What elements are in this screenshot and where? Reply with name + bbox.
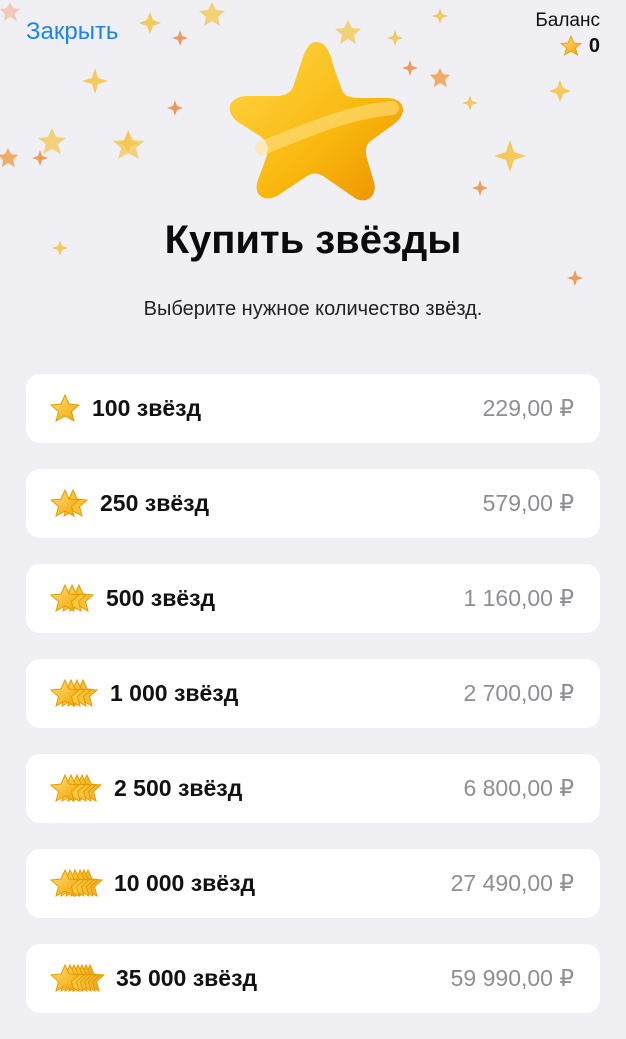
header: Закрыть Баланс 0 Купить звёзды Выберите … bbox=[0, 0, 626, 360]
star-stack-5-icon bbox=[48, 769, 104, 809]
option-250-stars[interactable]: 250 звёзд 579,00 ₽ bbox=[26, 469, 600, 538]
option-label: 1 000 звёзд bbox=[110, 680, 239, 706]
balance-value: 0 bbox=[588, 34, 600, 57]
option-35000-stars[interactable]: 35 000 звёзд 59 990,00 ₽ bbox=[26, 944, 600, 1013]
option-label: 10 000 звёзд bbox=[114, 870, 256, 896]
star-stack-7-icon bbox=[48, 959, 106, 999]
option-1000-stars[interactable]: 1 000 звёзд 2 700,00 ₽ bbox=[26, 659, 600, 728]
option-100-stars[interactable]: 100 звёзд 229,00 ₽ bbox=[26, 374, 600, 443]
option-label: 500 звёзд bbox=[106, 585, 216, 611]
option-price: 229,00 ₽ bbox=[482, 395, 574, 421]
option-label: 2 500 звёзд bbox=[114, 775, 243, 801]
star-stack-3-icon bbox=[48, 579, 96, 619]
balance: Баланс 0 bbox=[535, 10, 600, 58]
option-price: 6 800,00 ₽ bbox=[463, 775, 574, 801]
balance-row: 0 bbox=[535, 34, 600, 58]
option-2500-stars[interactable]: 2 500 звёзд 6 800,00 ₽ bbox=[26, 754, 600, 823]
hero-star-icon bbox=[229, 42, 404, 201]
page-subtitle: Выберите нужное количество звёзд. bbox=[143, 298, 483, 320]
option-label: 250 звёзд bbox=[100, 490, 210, 516]
page-title: Купить звёзды bbox=[164, 218, 462, 262]
star-stack-4-icon bbox=[48, 674, 100, 714]
option-label: 35 000 звёзд bbox=[116, 965, 258, 991]
star-stack-1-icon bbox=[48, 389, 82, 429]
option-price: 27 490,00 ₽ bbox=[450, 870, 574, 896]
option-10000-stars[interactable]: 10 000 звёзд 27 490,00 ₽ bbox=[26, 849, 600, 918]
options-list: 100 звёзд 229,00 ₽ 250 звёзд 579,00 ₽ 50… bbox=[26, 374, 600, 1039]
option-500-stars[interactable]: 500 звёзд 1 160,00 ₽ bbox=[26, 564, 600, 633]
star-icon bbox=[559, 34, 582, 56]
close-button[interactable]: Закрыть bbox=[26, 18, 118, 46]
star-stack-6-icon bbox=[48, 864, 104, 904]
option-price: 579,00 ₽ bbox=[482, 490, 574, 516]
option-price: 1 160,00 ₽ bbox=[463, 585, 574, 611]
balance-label: Баланс bbox=[535, 10, 600, 31]
option-price: 2 700,00 ₽ bbox=[463, 680, 574, 706]
option-price: 59 990,00 ₽ bbox=[450, 965, 574, 991]
star-stack-2-icon bbox=[48, 484, 90, 524]
option-label: 100 звёзд bbox=[92, 395, 202, 421]
